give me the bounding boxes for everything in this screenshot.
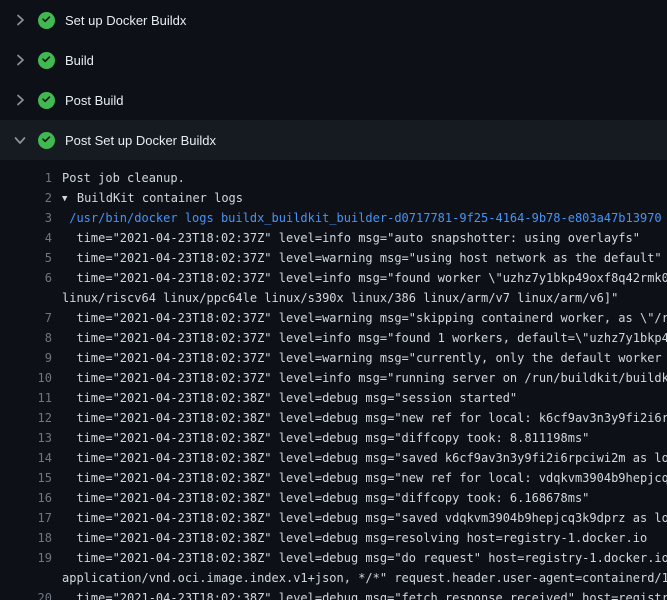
log-line-number[interactable]: 15 [0,468,52,488]
log-line-text: time="2021-04-23T18:02:38Z" level=debug … [62,388,667,408]
step-label: Build [65,53,94,68]
log-line-text: time="2021-04-23T18:02:38Z" level=debug … [62,488,667,508]
log-line-number[interactable]: 16 [0,488,52,508]
log-line-number[interactable]: 13 [0,428,52,448]
log-line-number[interactable]: 3 [0,208,52,228]
log-line-text: time="2021-04-23T18:02:37Z" level=warnin… [62,248,667,268]
log-line-number[interactable]: 20 [0,588,52,600]
group-collapse-caret-icon[interactable]: ▼ [62,194,77,204]
log-line: linux/riscv64 linux/ppc64le linux/s390x … [0,288,667,308]
log-line: 4 time="2021-04-23T18:02:37Z" level=info… [0,228,667,248]
log-line-number[interactable]: 6 [0,268,52,288]
chevron-right-icon[interactable] [12,52,28,68]
log-line-number[interactable]: 8 [0,328,52,348]
log-line: 12 time="2021-04-23T18:02:38Z" level=deb… [0,408,667,428]
log-line: 3 /usr/bin/docker logs buildx_buildkit_b… [0,208,667,228]
log-line: 16 time="2021-04-23T18:02:38Z" level=deb… [0,488,667,508]
chevron-right-icon[interactable] [12,92,28,108]
log-line-text: time="2021-04-23T18:02:37Z" level=info m… [62,268,667,288]
log-line: 1 Post job cleanup. [0,168,667,188]
log-line-number[interactable] [0,288,52,308]
log-line-number[interactable]: 1 [0,168,52,188]
log-line: 18 time="2021-04-23T18:02:38Z" level=deb… [0,528,667,548]
log-line-text: time="2021-04-23T18:02:38Z" level=debug … [62,528,667,548]
step-label: Post Set up Docker Buildx [65,133,216,148]
log-line-text: time="2021-04-23T18:02:38Z" level=debug … [62,588,667,600]
log-line: 2 ▼ BuildKit container logs [0,188,667,208]
log-line-number[interactable]: 11 [0,388,52,408]
log-line: 10 time="2021-04-23T18:02:37Z" level=inf… [0,368,667,388]
log-line: 15 time="2021-04-23T18:02:38Z" level=deb… [0,468,667,488]
log-line-text: linux/riscv64 linux/ppc64le linux/s390x … [62,288,667,308]
log-line-text: time="2021-04-23T18:02:37Z" level=info m… [62,368,667,388]
step-header[interactable]: Set up Docker Buildx [0,0,667,40]
log-line-text: time="2021-04-23T18:02:37Z" level=info m… [62,328,667,348]
log-line: application/vnd.oci.image.index.v1+json,… [0,568,667,588]
chevron-down-icon[interactable] [12,132,28,148]
log-line: 20 time="2021-04-23T18:02:38Z" level=deb… [0,588,667,600]
log-line: 11 time="2021-04-23T18:02:38Z" level=deb… [0,388,667,408]
log-line-text: ▼ BuildKit container logs [62,188,667,208]
log-line-number[interactable]: 14 [0,448,52,468]
log-line-number[interactable]: 5 [0,248,52,268]
log-line-number[interactable] [0,568,52,588]
step-label: Set up Docker Buildx [65,13,186,28]
log-line: 19 time="2021-04-23T18:02:38Z" level=deb… [0,548,667,568]
log-line-text: Post job cleanup. [62,168,667,188]
actions-log-panel: Set up Docker Buildx Build [0,0,667,600]
step-header[interactable]: Build [0,40,667,80]
log-line-text: time="2021-04-23T18:02:38Z" level=debug … [62,548,667,568]
log-line-text: time="2021-04-23T18:02:37Z" level=warnin… [62,348,667,368]
log-line: 5 time="2021-04-23T18:02:37Z" level=warn… [0,248,667,268]
log-line-text: time="2021-04-23T18:02:38Z" level=debug … [62,408,667,428]
check-circle-icon [38,12,55,29]
log-line: 6 time="2021-04-23T18:02:37Z" level=info… [0,268,667,288]
log-line-number[interactable]: 7 [0,308,52,328]
chevron-right-icon[interactable] [12,12,28,28]
log-line-text: /usr/bin/docker logs buildx_buildkit_bui… [62,208,667,228]
steps-list: Set up Docker Buildx Build [0,0,667,600]
log-line: 9 time="2021-04-23T18:02:37Z" level=warn… [0,348,667,368]
log-line: 8 time="2021-04-23T18:02:37Z" level=info… [0,328,667,348]
step-header[interactable]: Post Set up Docker Buildx [0,120,667,160]
log-line-text: time="2021-04-23T18:02:38Z" level=debug … [62,428,667,448]
log-line-number[interactable]: 2 [0,188,52,208]
check-circle-icon [38,132,55,149]
log-line: 7 time="2021-04-23T18:02:37Z" level=warn… [0,308,667,328]
log-line: 14 time="2021-04-23T18:02:38Z" level=deb… [0,448,667,468]
log-line-number[interactable]: 4 [0,228,52,248]
log-line-number[interactable]: 9 [0,348,52,368]
log-line-text: time="2021-04-23T18:02:38Z" level=debug … [62,508,667,528]
log-line-number[interactable]: 18 [0,528,52,548]
log-viewer[interactable]: 1 Post job cleanup. 2 ▼ BuildKit contain… [0,160,667,600]
log-line-number[interactable]: 19 [0,548,52,568]
log-line-text: application/vnd.oci.image.index.v1+json,… [62,568,667,588]
check-circle-icon [38,92,55,109]
log-line-number[interactable]: 12 [0,408,52,428]
check-circle-icon [38,52,55,69]
log-line-text: time="2021-04-23T18:02:37Z" level=warnin… [62,308,667,328]
log-line: 17 time="2021-04-23T18:02:38Z" level=deb… [0,508,667,528]
log-line-text: time="2021-04-23T18:02:37Z" level=info m… [62,228,667,248]
log-line: 13 time="2021-04-23T18:02:38Z" level=deb… [0,428,667,448]
step-label: Post Build [65,93,124,108]
log-line-text: time="2021-04-23T18:02:38Z" level=debug … [62,448,667,468]
log-line-number[interactable]: 17 [0,508,52,528]
log-line-text: time="2021-04-23T18:02:38Z" level=debug … [62,468,667,488]
step-header[interactable]: Post Build [0,80,667,120]
log-line-number[interactable]: 10 [0,368,52,388]
